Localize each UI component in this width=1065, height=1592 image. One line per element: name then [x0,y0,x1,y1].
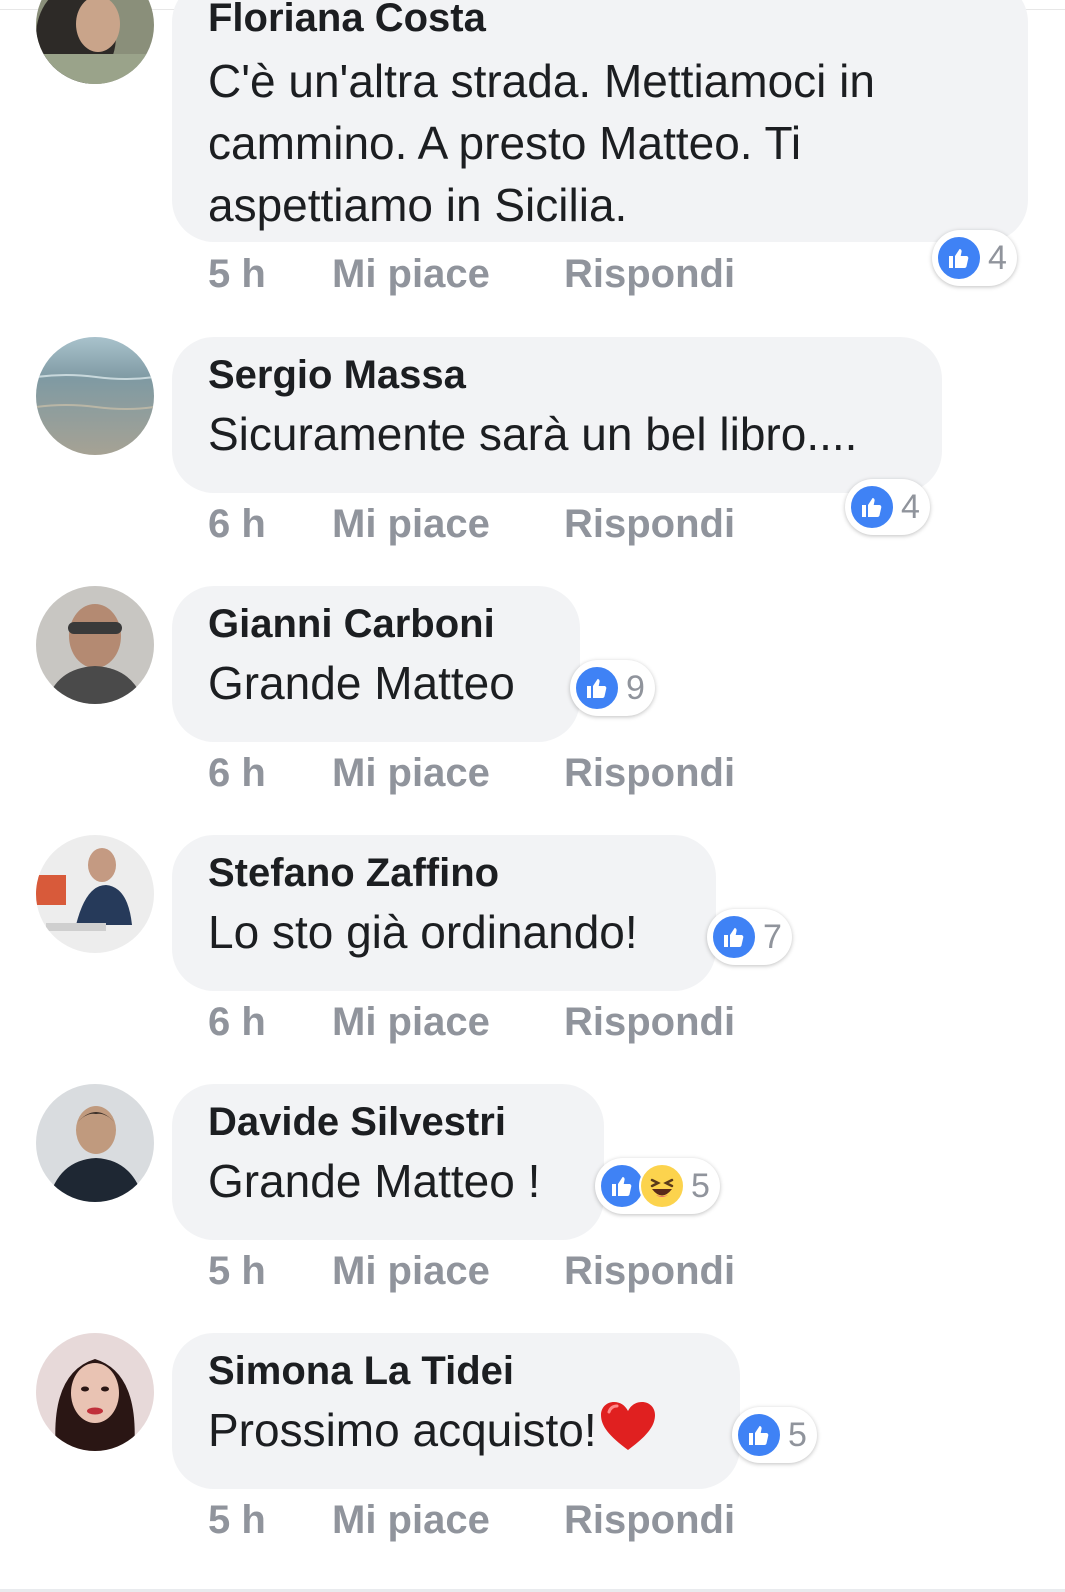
comment-bubble[interactable]: Simona La Tidei Prossimo acquisto! [172,1333,740,1489]
comment-timestamp[interactable]: 5 h [208,1247,266,1295]
reaction-summary[interactable]: 9 [570,660,655,716]
like-button[interactable]: Mi piace [332,250,490,298]
comment-text: Grande Matteo [208,657,515,709]
like-button[interactable]: Mi piace [332,1496,490,1544]
like-icon [936,235,982,281]
like-icon [711,914,757,960]
reaction-count: 4 [988,239,1007,277]
comment-bubble[interactable]: Sergio Massa Sicuramente sarà un bel lib… [172,337,942,493]
avatar[interactable] [36,1333,154,1451]
like-icon [736,1412,782,1458]
reaction-summary[interactable]: 4 [845,479,930,535]
reaction-summary[interactable]: 5 [732,1407,817,1463]
reply-button[interactable]: Rispondi [564,1496,735,1544]
like-icon [849,484,895,530]
comment-author[interactable]: Gianni Carboni [208,600,544,648]
reply-button[interactable]: Rispondi [564,1247,735,1295]
comment-bubble[interactable]: Stefano Zaffino Lo sto già ordinando! [172,835,716,991]
comment-bubble[interactable]: Floriana Costa C'è un'altra strada. Mett… [172,0,1028,242]
reaction-summary[interactable]: 4 [932,230,1017,286]
reaction-summary[interactable]: 5 [595,1158,720,1214]
comment-author[interactable]: Floriana Costa [208,0,992,42]
comment-timestamp[interactable]: 5 h [208,250,266,298]
comment-text: Grande Matteo ! [208,1155,541,1207]
avatar[interactable] [36,337,154,455]
comment-text-content: Prossimo acquisto! [208,1404,597,1456]
reaction-count: 9 [626,669,645,707]
comment-author[interactable]: Simona La Tidei [208,1347,704,1395]
reply-button[interactable]: Rispondi [564,500,735,548]
reply-button[interactable]: Rispondi [564,749,735,797]
avatar[interactable] [36,0,154,84]
comment-timestamp[interactable]: 5 h [208,1496,266,1544]
like-button[interactable]: Mi piace [332,749,490,797]
comment-author[interactable]: Sergio Massa [208,351,906,399]
reaction-count: 5 [788,1416,807,1454]
haha-icon [639,1163,685,1209]
comment-author[interactable]: Davide Silvestri [208,1098,568,1146]
comment-timestamp[interactable]: 6 h [208,749,266,797]
comment-bubble[interactable]: Gianni Carboni Grande Matteo [172,586,580,742]
comment-timestamp[interactable]: 6 h [208,500,266,548]
reaction-count: 4 [901,488,920,526]
reply-button[interactable]: Rispondi [564,250,735,298]
reaction-count: 7 [763,918,782,956]
comment-text: Lo sto già ordinando! [208,906,638,958]
avatar[interactable] [36,1084,154,1202]
like-button[interactable]: Mi piace [332,998,490,1046]
reply-button[interactable]: Rispondi [564,998,735,1046]
avatar[interactable] [36,835,154,953]
reaction-count: 5 [691,1167,710,1205]
comment-timestamp[interactable]: 6 h [208,998,266,1046]
comment-bubble[interactable]: Davide Silvestri Grande Matteo ! [172,1084,604,1240]
comment-text: C'è un'altra strada. Mettiamoci in cammi… [208,55,875,231]
comment-author[interactable]: Stefano Zaffino [208,849,680,897]
comment-text: Prossimo acquisto! [208,1399,704,1461]
like-button[interactable]: Mi piace [332,1247,490,1295]
reaction-summary[interactable]: 7 [707,909,792,965]
avatar[interactable] [36,586,154,704]
heart-icon [599,1400,657,1452]
like-button[interactable]: Mi piace [332,500,490,548]
like-icon [574,665,620,711]
comment-text: Sicuramente sarà un bel libro.... [208,408,858,460]
